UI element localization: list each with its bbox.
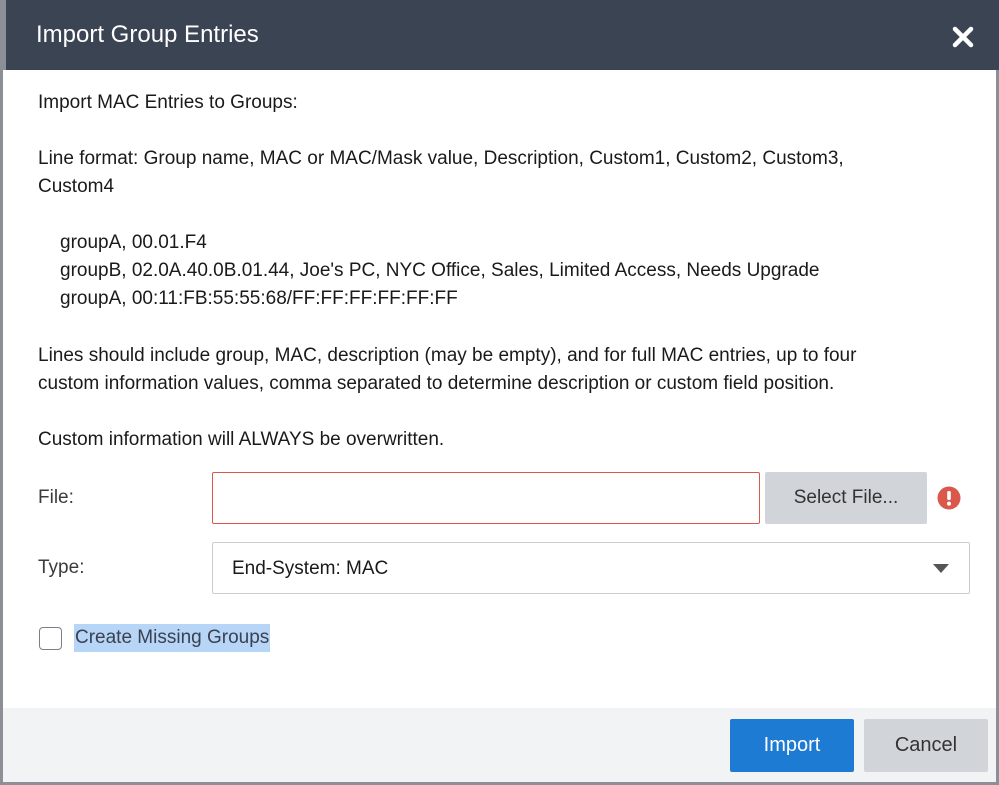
create-missing-groups-label[interactable]: Create Missing Groups	[74, 624, 271, 652]
note-text-cont: custom information values, comma separat…	[38, 373, 835, 394]
select-file-button[interactable]: Select File...	[765, 472, 927, 524]
import-dialog: Import Group Entries Import MAC Entries …	[0, 0, 999, 785]
note-text: Lines should include group, MAC, descrip…	[38, 345, 857, 366]
close-icon[interactable]	[948, 22, 978, 52]
error-icon	[937, 486, 961, 510]
cancel-button[interactable]: Cancel	[864, 719, 988, 772]
dialog-title: Import Group Entries	[36, 21, 259, 48]
file-input[interactable]	[212, 472, 760, 524]
type-label: Type:	[38, 557, 85, 578]
import-button[interactable]: Import	[730, 719, 854, 772]
overwrite-warning: Custom information will ALWAYS be overwr…	[38, 429, 445, 450]
example-line: groupA, 00:11:FB:55:55:68/FF:FF:FF:FF:FF…	[60, 288, 458, 309]
chevron-down-icon	[933, 564, 949, 573]
type-select-value: End-System: MAC	[232, 558, 389, 579]
type-select[interactable]: End-System: MAC	[212, 542, 970, 594]
example-line: groupA, 00.01.F4	[60, 232, 207, 253]
file-label: File:	[38, 487, 74, 508]
line-format-text-cont: Custom4	[38, 176, 115, 197]
create-missing-groups-checkbox[interactable]	[39, 627, 62, 650]
line-format-text: Line format: Group name, MAC or MAC/Mask…	[38, 148, 844, 169]
example-line: groupB, 02.0A.40.0B.01.44, Joe's PC, NYC…	[60, 260, 820, 281]
instructions-heading: Import MAC Entries to Groups:	[38, 92, 298, 113]
dialog-titlebar: Import Group Entries	[3, 0, 999, 70]
